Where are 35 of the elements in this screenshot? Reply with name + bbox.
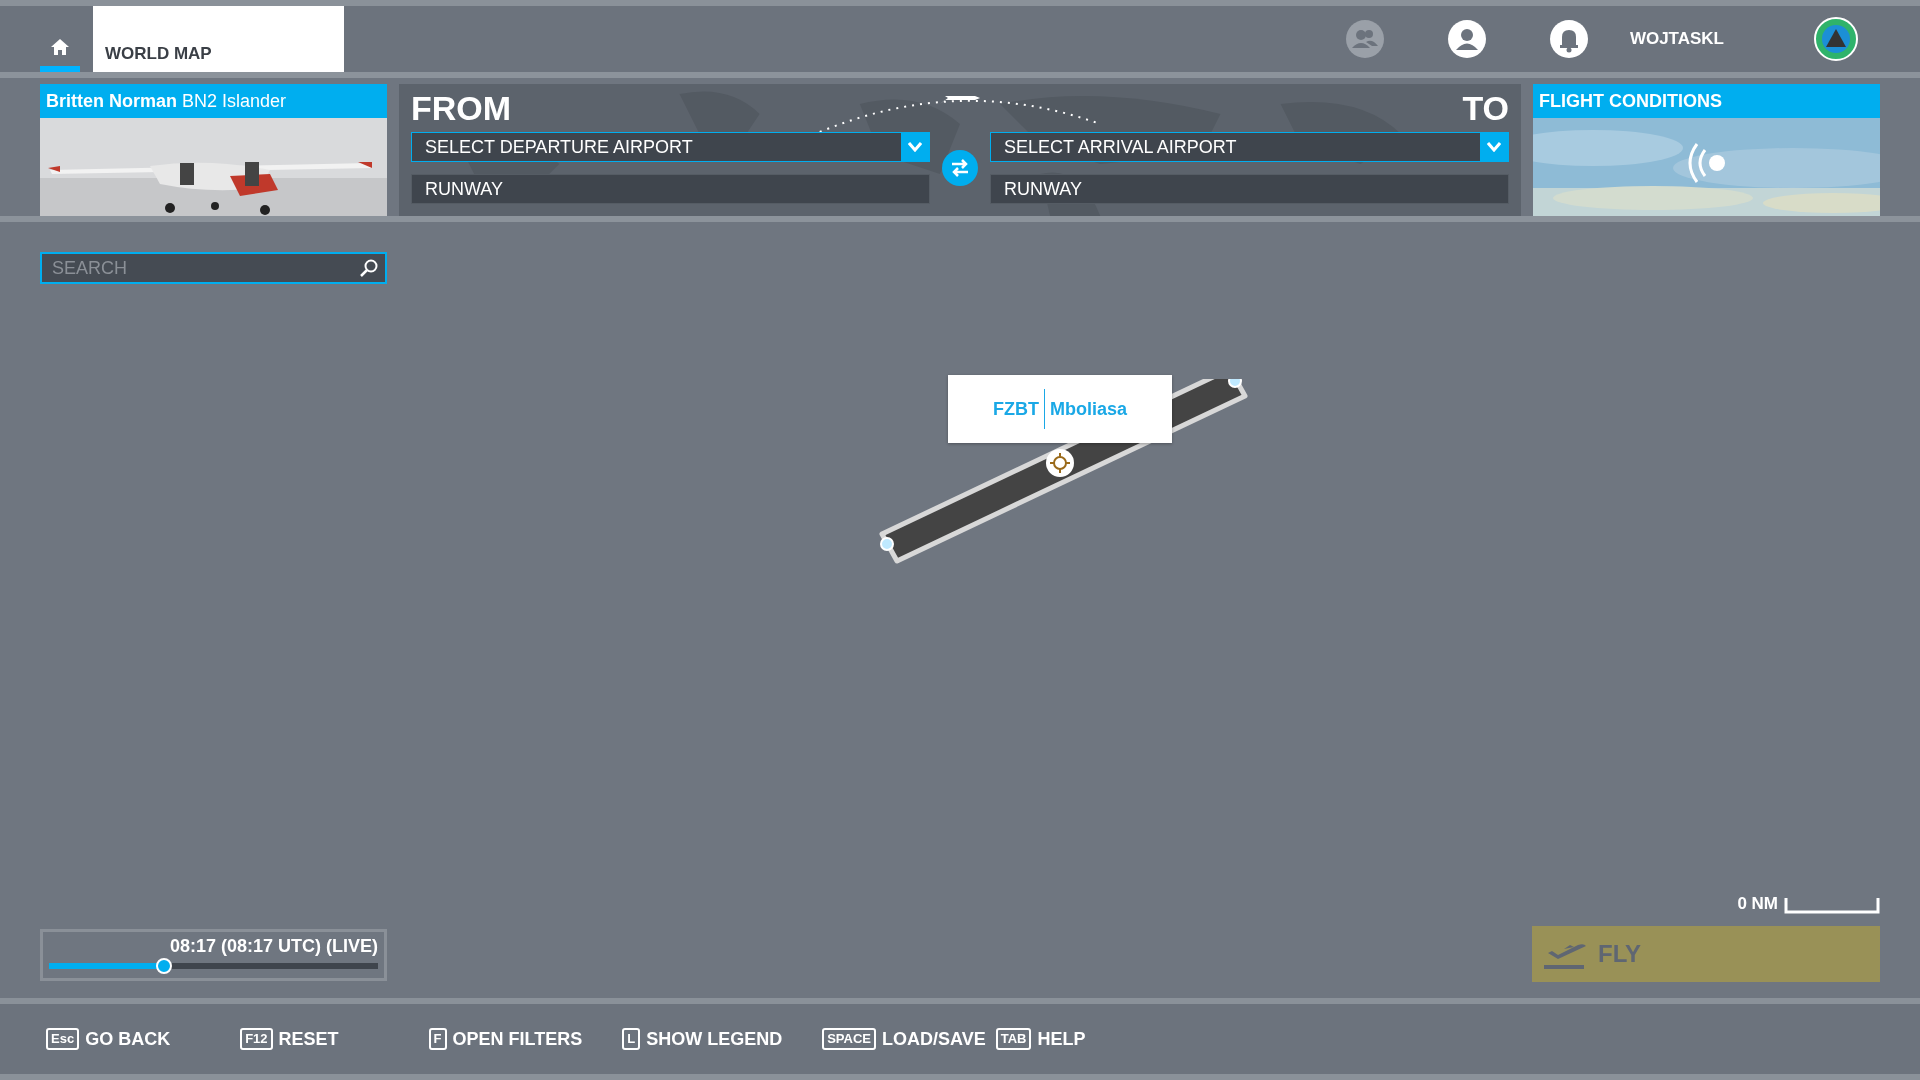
caret-icon (908, 142, 922, 152)
slider-thumb[interactable] (156, 958, 173, 974)
card-title: FLIGHT CONDITIONS (1533, 84, 1880, 118)
to-label: TO (1462, 90, 1509, 126)
shortcut-hint[interactable]: F12 RESET (240, 1028, 339, 1050)
scale-label: 0 NM (1737, 894, 1778, 914)
target-icon[interactable] (1046, 449, 1074, 477)
profile-icon[interactable] (1447, 20, 1486, 58)
airport-code: FZBT (993, 398, 1039, 420)
bell-icon[interactable] (1549, 20, 1588, 58)
home-icon (51, 39, 69, 55)
caret-icon (1487, 142, 1501, 152)
swap-button[interactable] (942, 150, 978, 186)
arrival-dropdown[interactable]: SELECT ARRIVAL AIRPORT (990, 132, 1509, 162)
aircraft-card[interactable]: Britten Norman BN2 Islander (40, 84, 387, 216)
runway-dropdown[interactable]: RUNWAY (411, 174, 930, 204)
shortcut-hint[interactable]: Esc GO BACK (46, 1028, 171, 1050)
flight-conditions-card[interactable]: FLIGHT CONDITIONS (1533, 84, 1880, 216)
shortcut-hint[interactable]: TAB HELP (995, 1028, 1086, 1050)
shortcut-hint[interactable]: SPACE LOAD/SAVE (822, 1028, 986, 1050)
shortcut-hint[interactable]: L SHOW LEGEND (622, 1028, 783, 1050)
avatar-icon[interactable] (1814, 17, 1858, 61)
aircraft-name: Britten Norman BN2 Islander (46, 90, 287, 112)
runway-dropdown[interactable]: RUNWAY (990, 174, 1509, 204)
search-field[interactable]: SEARCH (40, 252, 387, 284)
airport-label[interactable]: FZBT Mboliasa (948, 375, 1172, 443)
time-label: 08:17 (08:17 UTC) (LIVE) (169, 936, 378, 957)
swap-icon (950, 159, 970, 177)
world-map-tab[interactable]: WORLD MAP (93, 6, 344, 72)
departure-dropdown[interactable]: SELECT DEPARTURE AIRPORT (411, 132, 930, 162)
search-icon (360, 259, 378, 277)
from-label: FROM (411, 90, 512, 126)
shortcut-hint[interactable]: F OPEN FILTERS (428, 1028, 583, 1050)
airport-name: Mboliasa (1049, 398, 1127, 420)
username[interactable]: WOJTASKL (1629, 29, 1724, 49)
